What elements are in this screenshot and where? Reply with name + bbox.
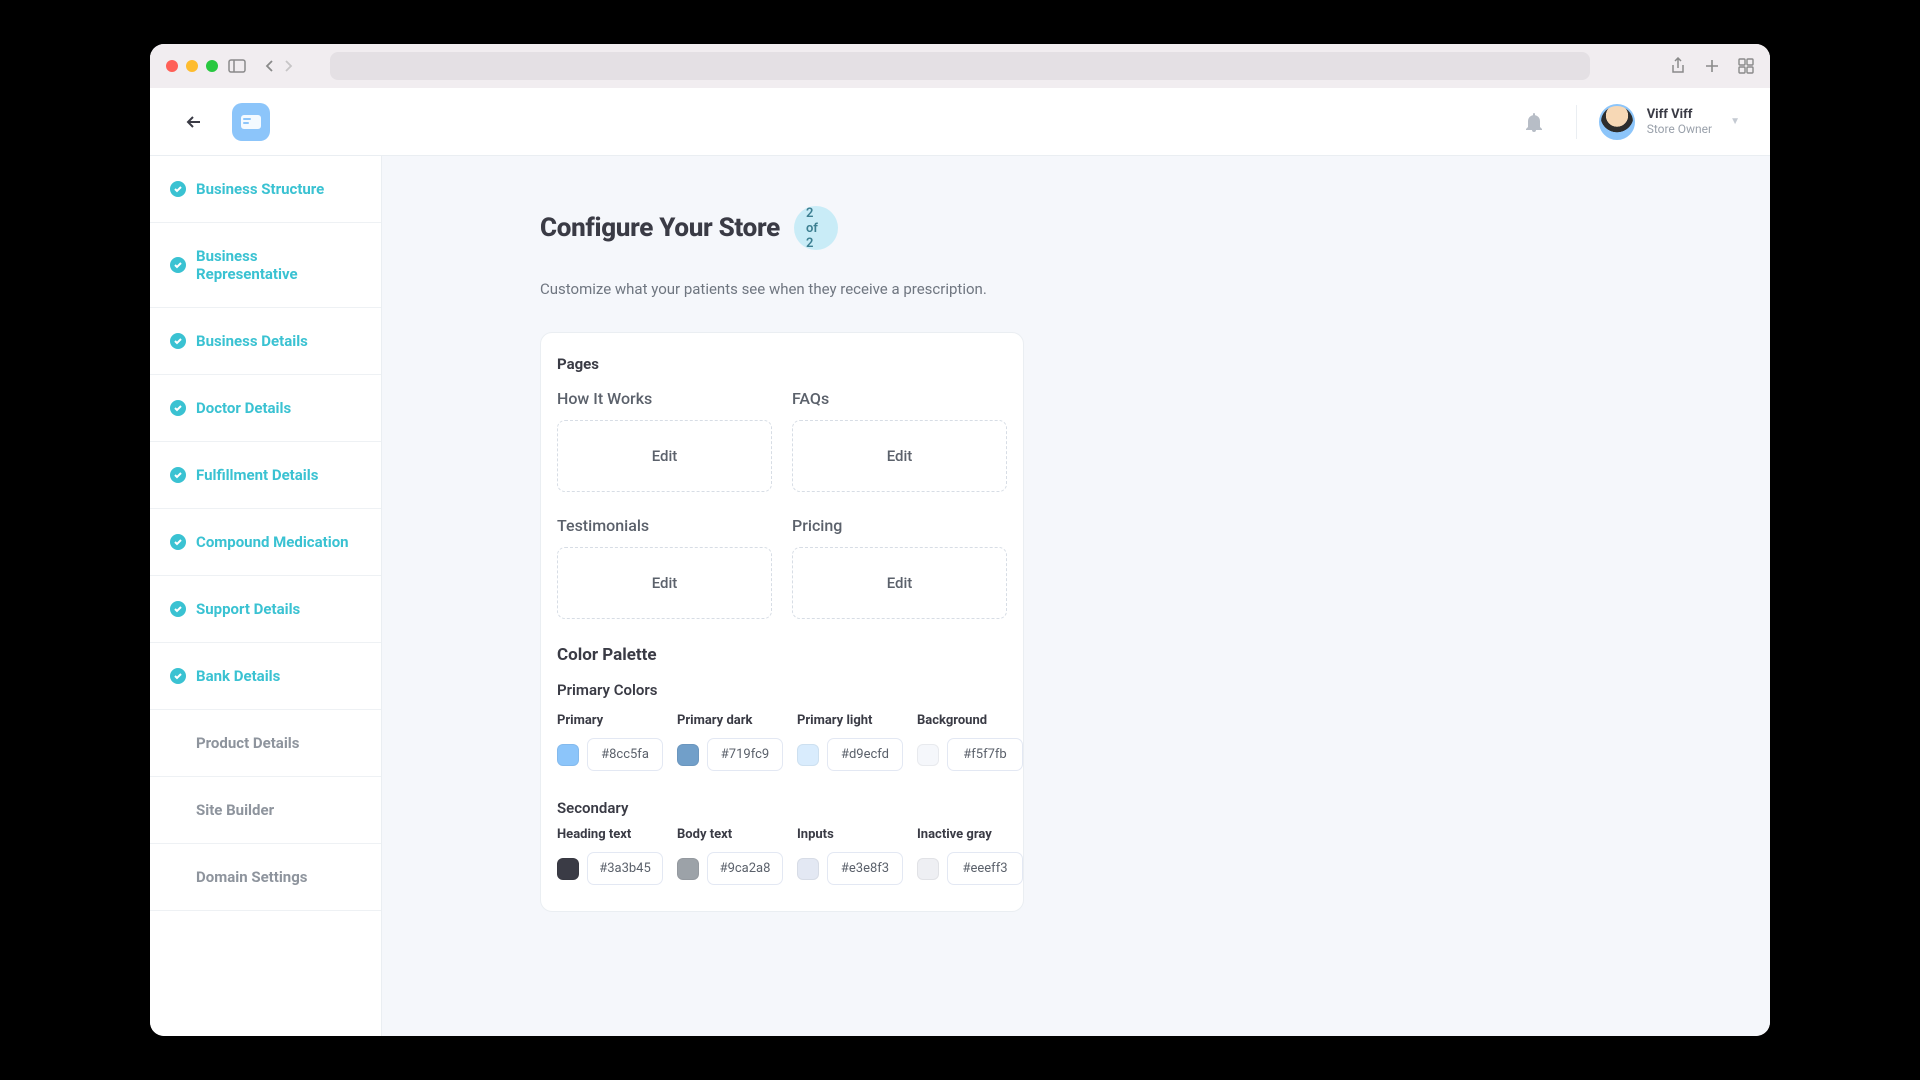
sidebar-item-label: Product Details — [196, 734, 299, 752]
hex-input-primary[interactable]: #8cc5fa — [587, 738, 663, 771]
sidebar-item-doctor-details[interactable]: Doctor Details — [150, 375, 381, 442]
swatch-primary-light[interactable] — [797, 744, 819, 766]
page-label-faqs: FAQs — [792, 389, 1007, 408]
sidebar-item-support-details[interactable]: Support Details — [150, 576, 381, 643]
color-label-primary: Primary — [557, 713, 663, 728]
color-label-background: Background — [917, 713, 1023, 728]
edit-faqs-button[interactable]: Edit — [792, 420, 1007, 492]
nav-forward-icon[interactable] — [282, 59, 294, 73]
swatch-inactive-gray[interactable] — [917, 858, 939, 880]
main-content: Configure Your Store 2 of 2 Customize wh… — [382, 156, 1770, 1036]
pages-section-title: Pages — [557, 355, 1007, 373]
sidebar-item-business-structure[interactable]: Business Structure — [150, 156, 381, 223]
titlebar — [150, 44, 1770, 88]
hex-input-inputs[interactable]: #e3e8f3 — [827, 852, 903, 885]
page-title: Configure Your Store — [540, 213, 780, 243]
color-label-inputs: Inputs — [797, 827, 903, 842]
sidebar-item-label: Business Details — [196, 332, 308, 350]
edit-testimonials-button[interactable]: Edit — [557, 547, 772, 619]
sidebar-toggle-icon[interactable] — [228, 59, 246, 73]
swatch-inputs[interactable] — [797, 858, 819, 880]
check-icon — [170, 400, 186, 416]
tabs-overview-icon[interactable] — [1738, 58, 1754, 74]
sidebar-item-business-details[interactable]: Business Details — [150, 308, 381, 375]
edit-how-it-works-button[interactable]: Edit — [557, 420, 772, 492]
sidebar: Business Structure Business Representati… — [150, 156, 382, 1036]
color-label-primary-light: Primary light — [797, 713, 903, 728]
hex-input-primary-dark[interactable]: #719fc9 — [707, 738, 783, 771]
minimize-window-button[interactable] — [186, 60, 198, 72]
hex-input-inactive-gray[interactable]: #eeeff3 — [947, 852, 1023, 885]
notifications-button[interactable] — [1514, 102, 1554, 142]
sidebar-item-business-representative[interactable]: Business Representative — [150, 223, 381, 308]
app-header: Viff Viff Store Owner ▼ — [150, 88, 1770, 156]
sidebar-item-label: Compound Medication — [196, 533, 349, 551]
header-divider — [1576, 105, 1577, 139]
check-icon — [170, 467, 186, 483]
sidebar-item-label: Domain Settings — [196, 868, 307, 886]
page-subtitle: Customize what your patients see when th… — [540, 280, 1040, 298]
step-badge: 2 of 2 — [794, 206, 838, 250]
window-controls — [166, 60, 218, 72]
sidebar-item-compound-medication[interactable]: Compound Medication — [150, 509, 381, 576]
nav-back-icon[interactable] — [264, 59, 276, 73]
check-icon — [170, 333, 186, 349]
swatch-heading-text[interactable] — [557, 858, 579, 880]
sidebar-item-bank-details[interactable]: Bank Details — [150, 643, 381, 710]
user-role: Store Owner — [1647, 122, 1712, 136]
maximize-window-button[interactable] — [206, 60, 218, 72]
primary-colors-title: Primary Colors — [557, 681, 1007, 699]
sidebar-item-label: Support Details — [196, 600, 300, 618]
browser-window: Viff Viff Store Owner ▼ Business Structu… — [150, 44, 1770, 1036]
new-tab-icon[interactable] — [1704, 58, 1720, 74]
brand-logo[interactable] — [232, 103, 270, 141]
back-button[interactable] — [180, 108, 208, 136]
sidebar-item-domain-settings[interactable]: Domain Settings — [150, 844, 381, 911]
color-label-primary-dark: Primary dark — [677, 713, 783, 728]
color-palette-title: Color Palette — [557, 645, 1007, 665]
swatch-primary[interactable] — [557, 744, 579, 766]
sidebar-item-product-details[interactable]: Product Details — [150, 710, 381, 777]
page-label-how-it-works: How It Works — [557, 389, 772, 408]
page-label-pricing: Pricing — [792, 516, 1007, 535]
share-icon[interactable] — [1670, 57, 1686, 75]
sidebar-item-label: Site Builder — [196, 801, 274, 819]
check-icon — [170, 534, 186, 550]
secondary-colors-title: Secondary — [557, 799, 1007, 817]
swatch-background[interactable] — [917, 744, 939, 766]
sidebar-item-label: Doctor Details — [196, 399, 291, 417]
sidebar-item-label: Business Representative — [196, 247, 361, 283]
page-label-testimonials: Testimonials — [557, 516, 772, 535]
sidebar-item-fulfillment-details[interactable]: Fulfillment Details — [150, 442, 381, 509]
check-icon — [170, 668, 186, 684]
swatch-primary-dark[interactable] — [677, 744, 699, 766]
color-label-body-text: Body text — [677, 827, 783, 842]
sidebar-item-site-builder[interactable]: Site Builder — [150, 777, 381, 844]
check-icon — [170, 601, 186, 617]
sidebar-item-label: Business Structure — [196, 180, 324, 198]
url-bar[interactable] — [330, 52, 1590, 80]
hex-input-heading-text[interactable]: #3a3b45 — [587, 852, 663, 885]
avatar — [1599, 104, 1635, 140]
swatch-body-text[interactable] — [677, 858, 699, 880]
user-menu[interactable]: Viff Viff Store Owner ▼ — [1599, 104, 1740, 140]
bell-icon — [1525, 112, 1543, 132]
check-icon — [170, 181, 186, 197]
check-icon — [170, 257, 186, 273]
color-label-heading-text: Heading text — [557, 827, 663, 842]
user-name: Viff Viff — [1647, 107, 1712, 123]
hex-input-body-text[interactable]: #9ca2a8 — [707, 852, 783, 885]
hex-input-primary-light[interactable]: #d9ecfd — [827, 738, 903, 771]
store-config-card: Pages How It Works Edit FAQs Edit — [540, 332, 1024, 912]
chevron-down-icon: ▼ — [1730, 116, 1740, 127]
edit-pricing-button[interactable]: Edit — [792, 547, 1007, 619]
hex-input-background[interactable]: #f5f7fb — [947, 738, 1023, 771]
sidebar-item-label: Bank Details — [196, 667, 280, 685]
color-label-inactive-gray: Inactive gray — [917, 827, 1023, 842]
close-window-button[interactable] — [166, 60, 178, 72]
app-frame: Viff Viff Store Owner ▼ Business Structu… — [150, 88, 1770, 1036]
sidebar-item-label: Fulfillment Details — [196, 466, 318, 484]
